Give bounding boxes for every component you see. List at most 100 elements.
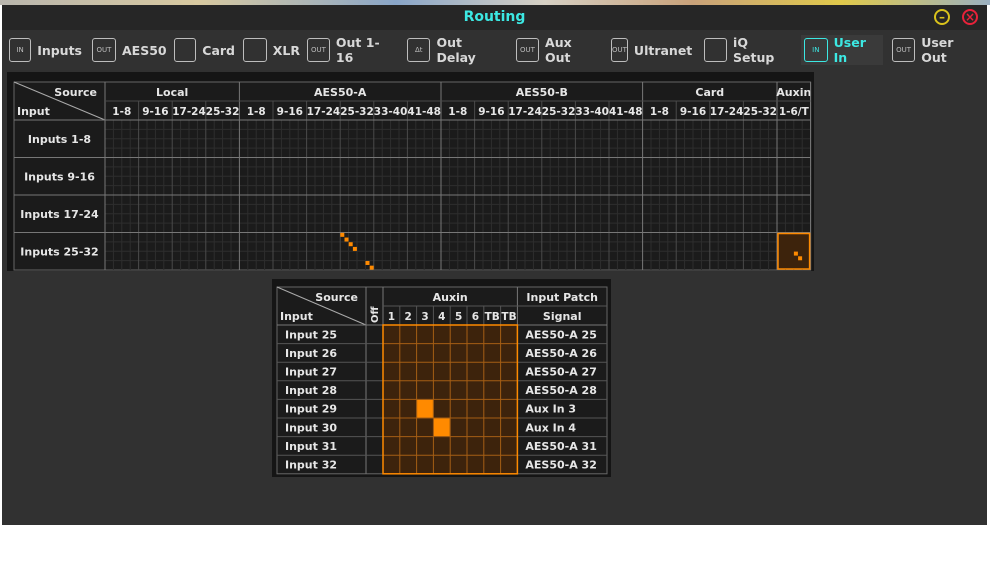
patch-cell[interactable]: [468, 419, 483, 436]
patch-cell[interactable]: [384, 382, 399, 399]
patch-cell[interactable]: [401, 345, 416, 362]
patch-point[interactable]: [352, 246, 357, 251]
patch-cell[interactable]: [401, 363, 416, 380]
patch-cell[interactable]: [451, 400, 466, 417]
patch-cell[interactable]: [468, 326, 483, 343]
tab-inputs[interactable]: IN Inputs: [6, 35, 82, 65]
patch-cell[interactable]: [468, 400, 483, 417]
patch-point[interactable]: [369, 265, 374, 270]
patch-cell[interactable]: [485, 345, 500, 362]
patch-cell[interactable]: [451, 456, 466, 473]
patch-cell[interactable]: [485, 438, 500, 455]
patch-cell[interactable]: [451, 438, 466, 455]
patch-cell[interactable]: [434, 456, 449, 473]
patch-cell[interactable]: [418, 456, 433, 473]
patch-point[interactable]: [365, 260, 370, 265]
off-cell[interactable]: [367, 456, 382, 473]
off-cell[interactable]: [367, 438, 382, 455]
tab-card[interactable]: Card: [171, 35, 235, 65]
tab-xlr[interactable]: XLR: [240, 35, 300, 65]
patch-cell[interactable]: [401, 382, 416, 399]
close-icon[interactable]: ×: [962, 9, 978, 25]
off-cell[interactable]: [367, 326, 382, 343]
patch-cell[interactable]: [502, 326, 517, 343]
patch-cell[interactable]: [468, 345, 483, 362]
patch-cell[interactable]: [384, 419, 399, 436]
patch-cell[interactable]: [468, 456, 483, 473]
row-label-2: Inputs 9-16: [24, 170, 95, 183]
patch-cell[interactable]: [451, 419, 466, 436]
patch-cell[interactable]: [418, 438, 433, 455]
patched-block[interactable]: [777, 232, 811, 270]
matrix-row-1[interactable]: [105, 120, 811, 158]
patch-cell[interactable]: [502, 363, 517, 380]
patch-cell[interactable]: [401, 419, 416, 436]
patch-cell[interactable]: [468, 363, 483, 380]
patch-cell[interactable]: [485, 456, 500, 473]
patch-cell[interactable]: [434, 400, 449, 417]
patch-cell[interactable]: [451, 326, 466, 343]
tab-user-out[interactable]: OUT User Out: [889, 35, 981, 65]
patch-cell[interactable]: [418, 363, 433, 380]
matrix-row-4[interactable]: [105, 233, 811, 271]
tab-ultranet[interactable]: OUT Ultranet: [608, 35, 692, 65]
tab-iq-setup[interactable]: iQ Setup: [701, 35, 791, 65]
patch-cell[interactable]: [401, 456, 416, 473]
patch-cell[interactable]: [485, 326, 500, 343]
column-header: 9-16: [680, 106, 706, 118]
off-cell[interactable]: [367, 345, 382, 362]
patch-cell[interactable]: [502, 456, 517, 473]
patch-cell-active[interactable]: [433, 418, 450, 437]
tab-out-1-16[interactable]: OUT Out 1-16: [304, 35, 394, 65]
patch-point[interactable]: [793, 251, 798, 256]
tab-out-delay[interactable]: Δt Out Delay: [404, 35, 504, 65]
patch-cell[interactable]: [401, 400, 416, 417]
patch-cell[interactable]: [502, 438, 517, 455]
patch-cell[interactable]: [485, 400, 500, 417]
patch-cell[interactable]: [384, 345, 399, 362]
matrix-row-3[interactable]: [105, 195, 811, 233]
patch-cell[interactable]: [418, 419, 433, 436]
patch-point[interactable]: [340, 232, 345, 237]
tab-aes50[interactable]: OUT AES50: [89, 35, 169, 65]
patch-cell[interactable]: [401, 438, 416, 455]
patch-cell[interactable]: [384, 400, 399, 417]
patch-point[interactable]: [344, 237, 349, 242]
patch-cell-active[interactable]: [417, 399, 433, 418]
patch-cell[interactable]: [434, 363, 449, 380]
off-cell[interactable]: [367, 400, 382, 417]
off-cell[interactable]: [367, 382, 382, 399]
patch-cell[interactable]: [384, 456, 399, 473]
patch-point[interactable]: [348, 242, 353, 247]
off-cell[interactable]: [367, 363, 382, 380]
tab-aux-out[interactable]: OUT Aux Out: [513, 35, 599, 65]
patch-cell[interactable]: [384, 326, 399, 343]
patch-cell[interactable]: [485, 382, 500, 399]
patch-cell[interactable]: [434, 345, 449, 362]
matrix-row-2[interactable]: [105, 158, 811, 196]
patch-cell[interactable]: [502, 382, 517, 399]
patch-cell[interactable]: [418, 326, 433, 343]
patch-cell[interactable]: [418, 345, 433, 362]
patch-cell[interactable]: [451, 345, 466, 362]
patch-cell[interactable]: [401, 326, 416, 343]
patch-cell[interactable]: [434, 382, 449, 399]
patch-cell[interactable]: [434, 438, 449, 455]
patch-cell[interactable]: [502, 400, 517, 417]
off-cell[interactable]: [367, 419, 382, 436]
patch-cell[interactable]: [502, 419, 517, 436]
patch-cell[interactable]: [502, 345, 517, 362]
patch-cell[interactable]: [384, 438, 399, 455]
patch-point[interactable]: [798, 256, 803, 261]
tab-user-in[interactable]: IN User In: [801, 35, 883, 65]
patch-cell[interactable]: [451, 363, 466, 380]
patch-cell[interactable]: [468, 438, 483, 455]
patch-cell[interactable]: [418, 382, 433, 399]
patch-cell[interactable]: [384, 363, 399, 380]
patch-cell[interactable]: [468, 382, 483, 399]
patch-cell[interactable]: [485, 419, 500, 436]
patch-cell[interactable]: [434, 326, 449, 343]
patch-cell[interactable]: [485, 363, 500, 380]
patch-cell[interactable]: [451, 382, 466, 399]
minimize-icon[interactable]: –: [934, 9, 950, 25]
